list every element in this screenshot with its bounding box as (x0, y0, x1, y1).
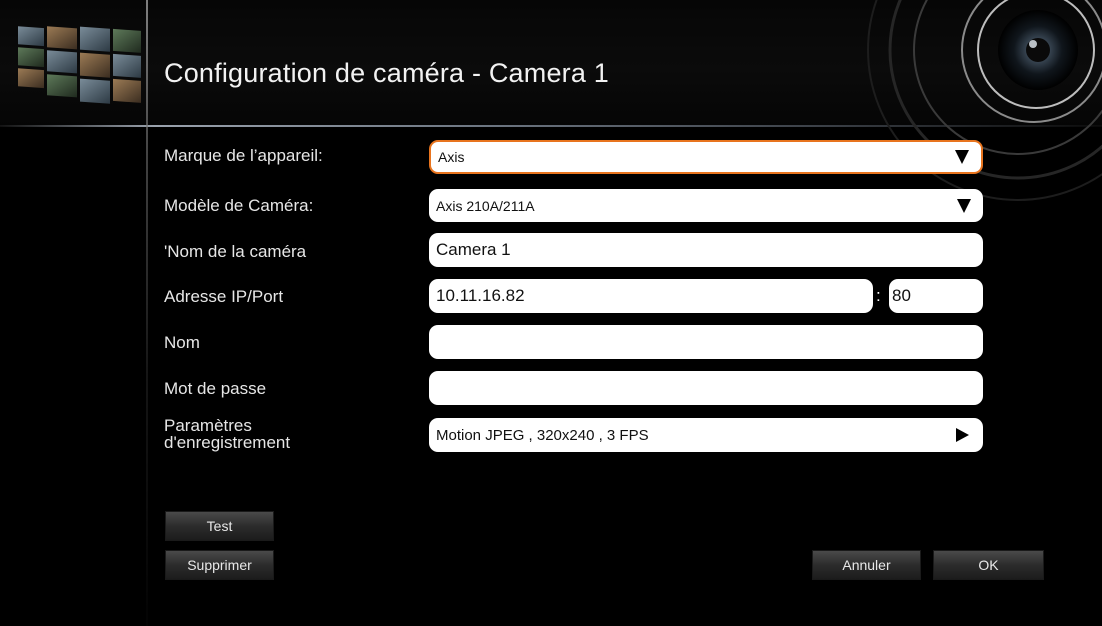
sidebar-divider (146, 0, 148, 626)
password-label: Mot de passe (164, 379, 267, 398)
test-button[interactable]: Test (165, 511, 274, 541)
camera-thumbnails-icon (18, 26, 141, 104)
ip-address-value: 10.11.16.82 (436, 286, 525, 305)
model-value: Axis 210A/211A (436, 197, 535, 214)
port-value: 80 (892, 286, 911, 305)
ip-port-label: Adresse IP/Port (164, 287, 284, 306)
model-select[interactable]: Axis 210A/211A (429, 189, 983, 222)
recording-settings-label-line1: Paramètres (164, 416, 252, 435)
model-label: Modèle de Caméra: (164, 196, 314, 215)
camera-name-input[interactable]: Camera 1 (429, 233, 983, 267)
recording-settings-label-line2: d'enregistrement (164, 433, 291, 452)
ok-button[interactable]: OK (933, 550, 1044, 580)
ip-port-separator: : (876, 286, 881, 305)
brand-select[interactable]: Axis (429, 140, 983, 174)
chevron-down-icon (955, 150, 969, 164)
username-label: Nom (164, 333, 200, 352)
page-title: Configuration de caméra - Camera 1 (164, 58, 610, 88)
camera-lens-icon (867, 0, 1102, 201)
chevron-down-icon (957, 198, 971, 213)
recording-settings-value: Motion JPEG , 320x240 , 3 FPS (436, 426, 649, 444)
camera-config-screen: Configuration de caméra - Camera 1 Marqu… (0, 0, 1102, 626)
ip-address-input[interactable]: 10.11.16.82 (429, 279, 873, 313)
brand-label: Marque de l’appareil: (164, 146, 323, 165)
camera-name-label: 'Nom de la caméra (164, 242, 307, 261)
brand-value: Axis (438, 149, 465, 165)
password-input[interactable] (429, 371, 983, 405)
username-input[interactable] (429, 325, 983, 359)
camera-name-value: Camera 1 (436, 240, 511, 259)
port-input[interactable]: 80 (889, 279, 983, 313)
recording-settings-label: Paramètres d'enregistrement (164, 417, 290, 451)
cancel-button[interactable]: Annuler (812, 550, 921, 580)
chevron-right-icon (956, 428, 969, 442)
delete-button[interactable]: Supprimer (165, 550, 274, 580)
recording-settings-button[interactable]: Motion JPEG , 320x240 , 3 FPS (429, 418, 983, 452)
